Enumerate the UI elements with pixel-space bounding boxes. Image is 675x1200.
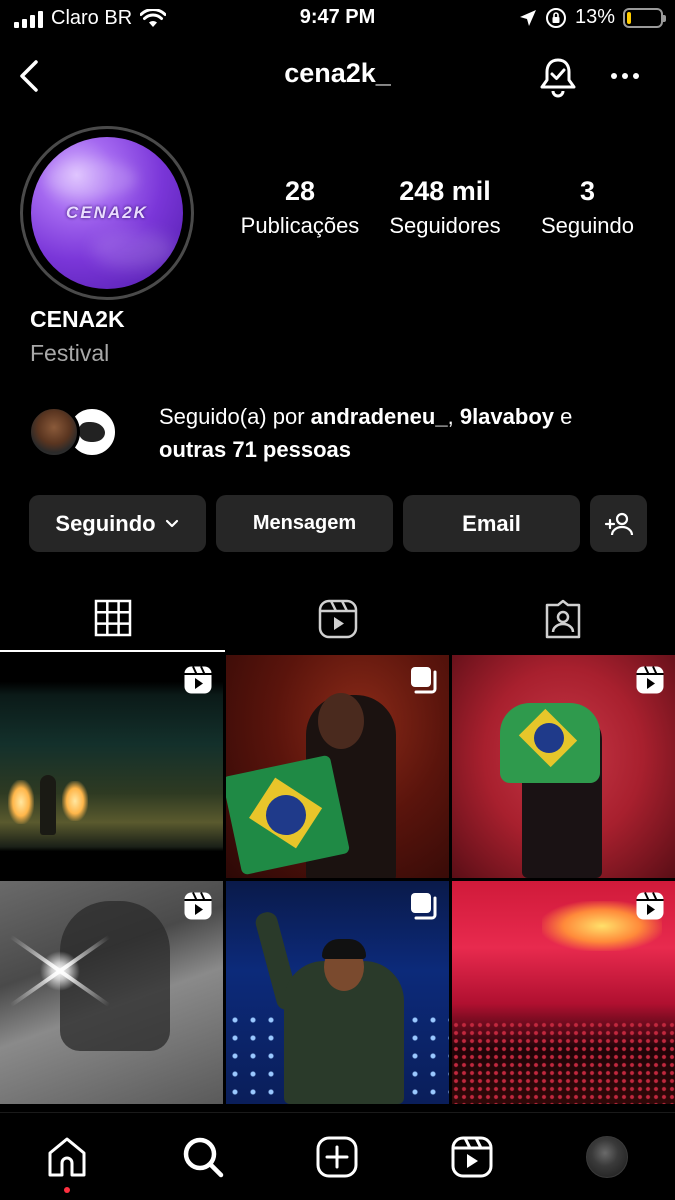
profile-avatar[interactable]: CENA2K bbox=[20, 126, 194, 300]
status-right: 13% bbox=[519, 6, 666, 29]
email-button[interactable]: Email bbox=[403, 495, 580, 552]
battery-percent: 13% bbox=[574, 6, 615, 28]
followed-by-others[interactable]: outras 71 pessoas bbox=[159, 437, 351, 462]
post-image-detail bbox=[500, 703, 600, 783]
status-bar: Claro BR 9:47 PM 13% bbox=[0, 0, 675, 40]
post-image-detail bbox=[8, 780, 34, 824]
profile-category: Festival bbox=[30, 340, 110, 366]
reels-icon bbox=[184, 892, 212, 920]
reels-icon bbox=[318, 599, 357, 639]
post-image-detail bbox=[62, 781, 88, 821]
profile-avatar-small bbox=[586, 1136, 628, 1178]
tab-tagged[interactable] bbox=[450, 586, 675, 652]
tab-reels[interactable] bbox=[225, 586, 450, 652]
post-thumbnail[interactable] bbox=[452, 881, 675, 1104]
message-button[interactable]: Mensagem bbox=[216, 495, 393, 552]
followed-by-user[interactable]: andradeneu_ bbox=[311, 404, 448, 429]
suggested-users-button[interactable] bbox=[590, 495, 647, 552]
reels-icon bbox=[451, 1136, 493, 1178]
stat-posts[interactable]: 28 Publicações bbox=[230, 176, 370, 239]
following-button[interactable]: Seguindo bbox=[29, 495, 206, 552]
notification-bell-icon[interactable] bbox=[536, 54, 580, 98]
carousel-icon bbox=[411, 893, 437, 920]
tagged-icon bbox=[545, 599, 580, 639]
nav-search[interactable] bbox=[181, 1135, 225, 1179]
location-icon bbox=[519, 9, 536, 26]
stat-posts-label: Publicações bbox=[240, 213, 360, 238]
post-thumbnail[interactable] bbox=[0, 655, 223, 878]
stat-followers-value: 248 mil bbox=[399, 176, 491, 206]
profile-stats: 28 Publicações 248 mil Seguidores 3 Segu… bbox=[230, 176, 655, 239]
battery-fill bbox=[627, 11, 632, 24]
more-options-icon[interactable] bbox=[604, 54, 648, 98]
nav-home[interactable] bbox=[45, 1135, 89, 1179]
chevron-down-icon bbox=[165, 519, 178, 527]
grid-icon bbox=[94, 599, 131, 637]
post-image-detail bbox=[40, 951, 80, 991]
followed-by-avatars[interactable] bbox=[28, 406, 118, 460]
post-thumbnail[interactable] bbox=[226, 881, 449, 1104]
followed-by-user[interactable]: 9lavaboy bbox=[460, 404, 554, 429]
avatar-image: CENA2K bbox=[31, 137, 183, 289]
stat-following[interactable]: 3 Seguindo bbox=[520, 176, 655, 239]
stat-followers[interactable]: 248 mil Seguidores bbox=[370, 176, 520, 239]
nav-profile[interactable] bbox=[585, 1135, 629, 1179]
following-button-label: Seguindo bbox=[55, 510, 156, 536]
profile-display-name: CENA2K bbox=[30, 306, 125, 332]
stat-followers-label: Seguidores bbox=[389, 213, 501, 238]
create-post-icon bbox=[316, 1136, 358, 1178]
profile-header: cena2k_ bbox=[0, 48, 675, 104]
nav-reels[interactable] bbox=[450, 1135, 494, 1179]
stat-posts-value: 28 bbox=[284, 176, 316, 206]
add-user-icon bbox=[604, 512, 633, 535]
post-thumbnail[interactable] bbox=[452, 655, 675, 878]
nav-create-post[interactable] bbox=[315, 1135, 359, 1179]
search-icon bbox=[183, 1137, 224, 1178]
followed-by-separator: , bbox=[447, 404, 460, 429]
profile-tabs bbox=[0, 586, 675, 652]
followed-by-prefix: Seguido(a) por bbox=[159, 404, 311, 429]
home-icon bbox=[48, 1137, 86, 1177]
post-thumbnail[interactable] bbox=[0, 881, 223, 1104]
avatar-logo-text: CENA2K bbox=[66, 203, 148, 222]
post-image-detail bbox=[452, 1021, 675, 1104]
notification-dot bbox=[64, 1187, 70, 1193]
profile-actions: Seguindo Mensagem Email bbox=[29, 495, 647, 552]
stat-following-value: 3 bbox=[579, 176, 596, 206]
carousel-icon bbox=[411, 667, 437, 694]
post-image-detail bbox=[318, 693, 364, 749]
stat-following-label: Seguindo bbox=[541, 213, 634, 238]
post-image-detail bbox=[322, 939, 366, 959]
reels-icon bbox=[184, 666, 212, 694]
followed-by-connector: e bbox=[554, 404, 573, 429]
post-image-detail bbox=[40, 775, 56, 835]
post-thumbnail[interactable] bbox=[226, 655, 449, 878]
battery-icon bbox=[623, 7, 666, 28]
reels-icon bbox=[636, 666, 664, 694]
follower-avatar bbox=[28, 406, 80, 458]
reels-icon bbox=[636, 892, 664, 920]
tab-posts-grid[interactable] bbox=[0, 586, 225, 652]
bottom-navigation bbox=[0, 1112, 675, 1200]
orientation-lock-icon bbox=[545, 7, 566, 28]
followed-by-text[interactable]: Seguido(a) por andradeneu_, 9lavaboy e o… bbox=[159, 400, 659, 466]
